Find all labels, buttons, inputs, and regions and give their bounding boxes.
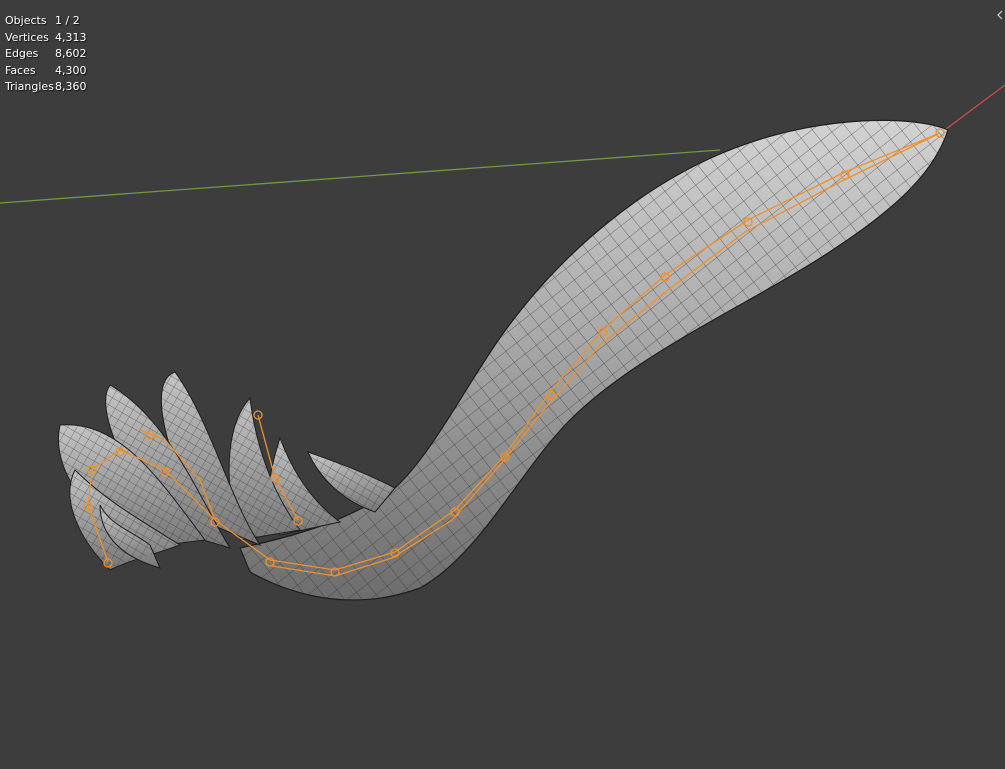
x-axis-line bbox=[937, 84, 1005, 136]
stat-triangles: Triangles 8,360 bbox=[5, 79, 87, 96]
stat-label: Vertices bbox=[5, 30, 49, 44]
stat-value: 8,360 bbox=[55, 80, 87, 93]
viewport-scene[interactable] bbox=[0, 0, 1005, 769]
3d-viewport[interactable]: Objects 1 / 2 Vertices 4,313 Edges 8,602… bbox=[0, 0, 1005, 769]
stat-edges: Edges 8,602 bbox=[5, 46, 87, 63]
stat-label: Triangles bbox=[5, 80, 54, 93]
y-axis-line bbox=[0, 149, 721, 204]
tail-mesh[interactable] bbox=[239, 119, 949, 601]
stat-value: 4,313 bbox=[55, 30, 87, 44]
viewport-statistics: Objects 1 / 2 Vertices 4,313 Edges 8,602… bbox=[5, 13, 87, 96]
chevron-left-icon[interactable] bbox=[997, 10, 1003, 20]
stat-label: Faces bbox=[5, 63, 36, 77]
stat-vertices: Vertices 4,313 bbox=[5, 30, 87, 47]
stat-value: 4,300 bbox=[55, 63, 87, 77]
stat-objects: Objects 1 / 2 bbox=[5, 13, 87, 30]
stat-label: Edges bbox=[5, 47, 39, 60]
stat-value: 8,602 bbox=[55, 47, 87, 60]
stat-value: 1 / 2 bbox=[55, 14, 80, 27]
stat-label: Objects bbox=[5, 14, 47, 27]
stat-faces: Faces 4,300 bbox=[5, 63, 87, 80]
